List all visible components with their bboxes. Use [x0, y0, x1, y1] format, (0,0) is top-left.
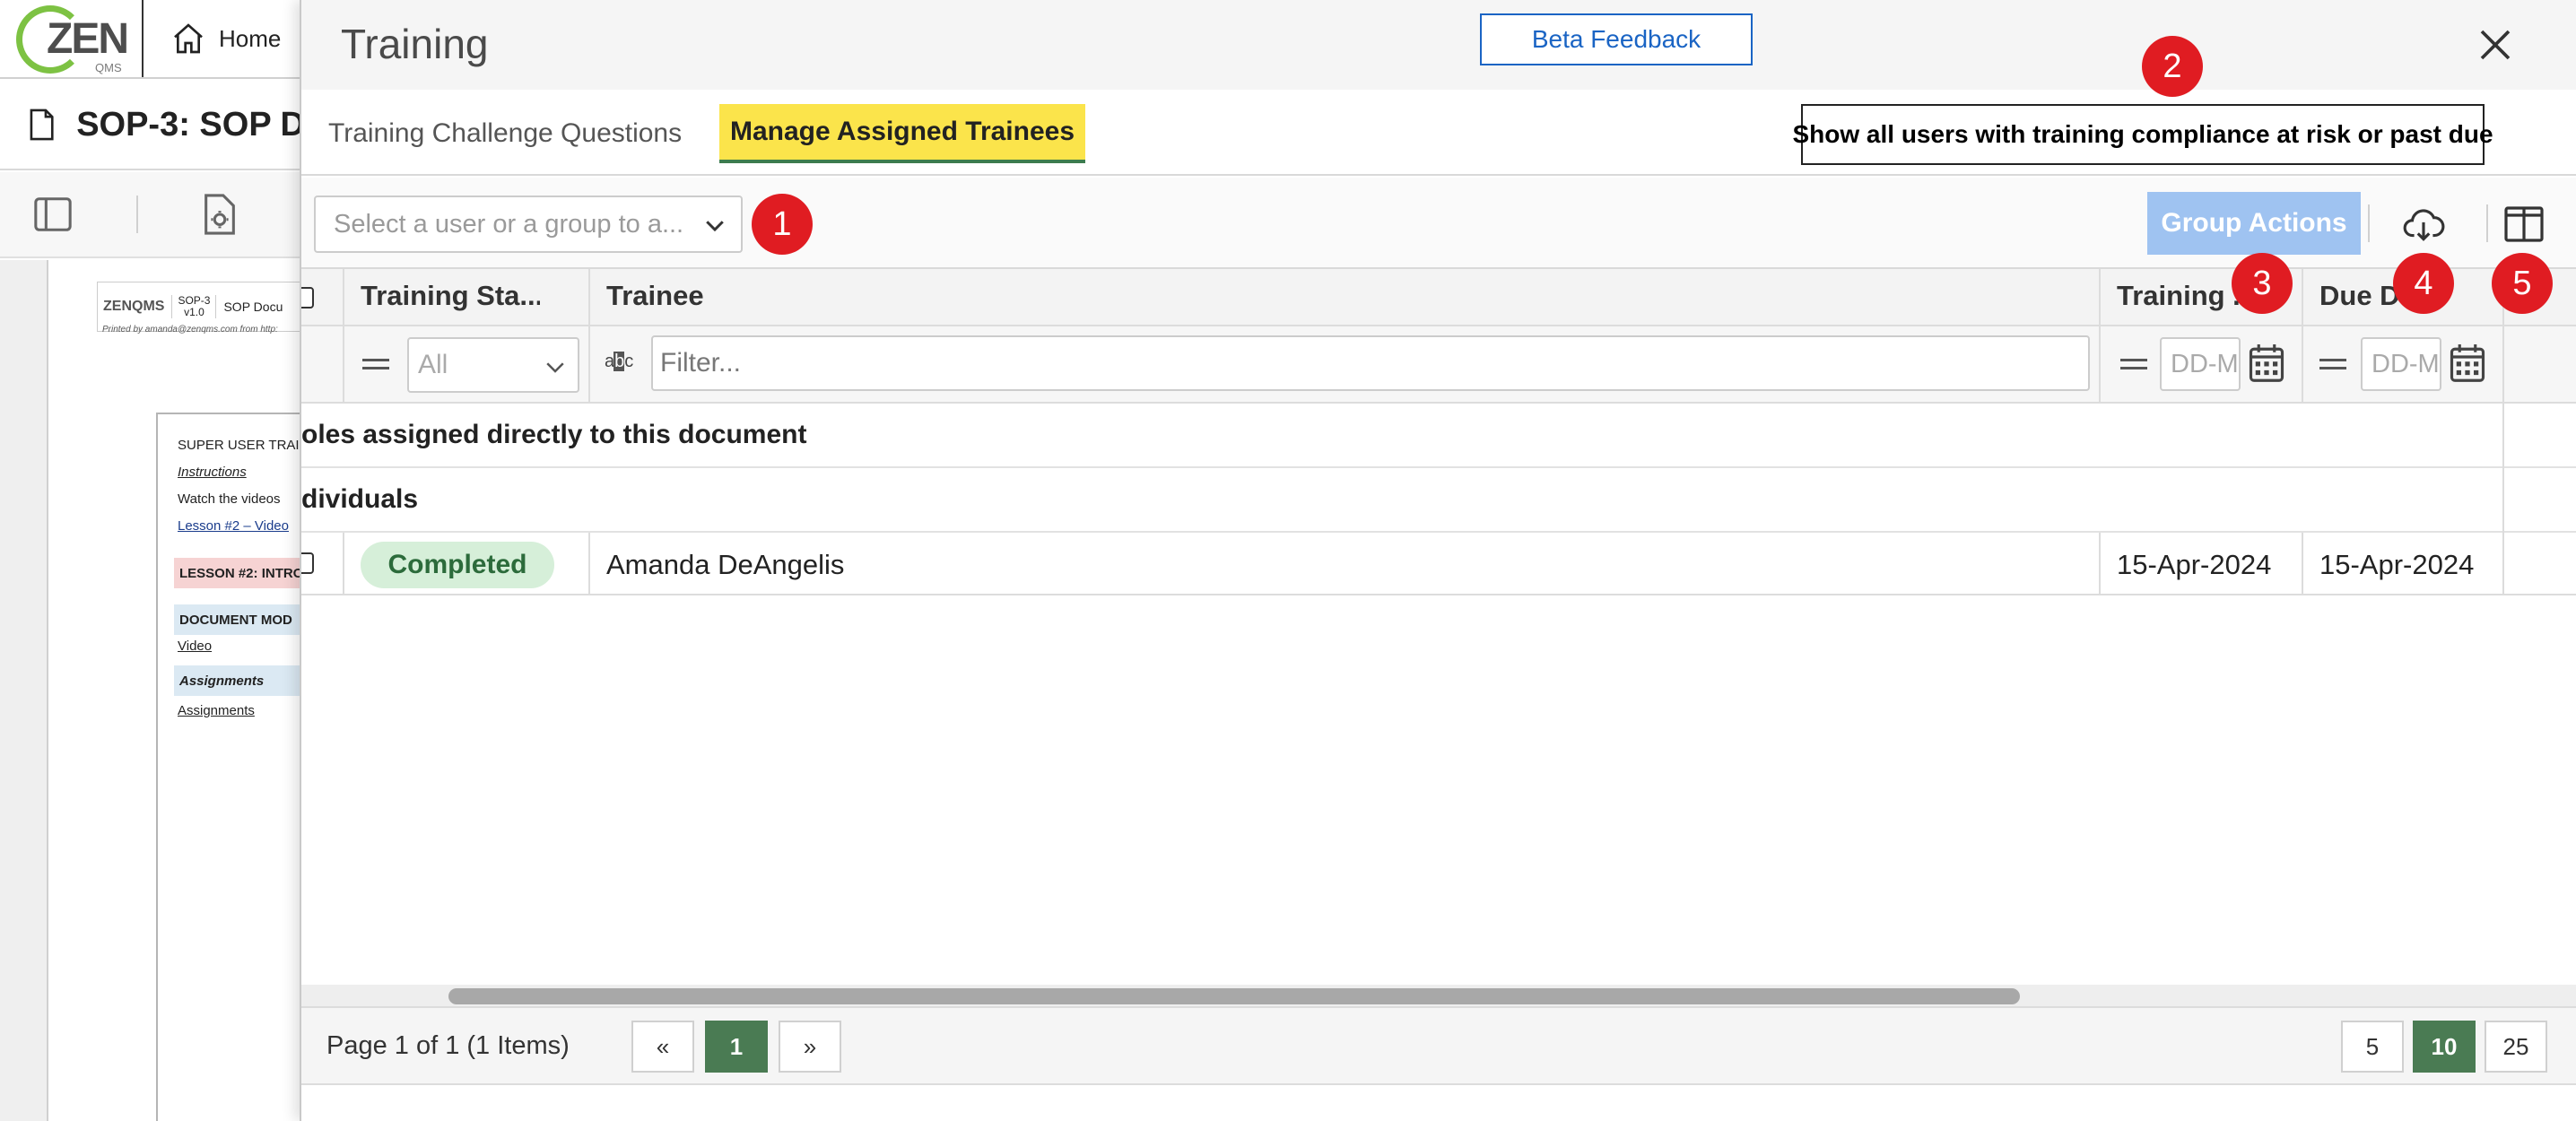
due-date-filter-input[interactable] — [2361, 337, 2441, 391]
toolbar-divider — [2486, 204, 2488, 242]
column-divider — [588, 269, 590, 404]
modal-footer — [301, 1087, 2576, 1121]
preview-doc-version: v1.0 — [184, 306, 205, 318]
page-1-button[interactable]: 1 — [705, 1021, 768, 1073]
page-size-10-button[interactable]: 10 — [2413, 1021, 2476, 1073]
text-filter-type-icon[interactable]: abc — [605, 352, 633, 372]
cloud-download-icon — [2403, 209, 2445, 241]
toolbar-divider — [2368, 204, 2370, 242]
pager-info: Page 1 of 1 (1 Items) — [326, 1031, 570, 1060]
horizontal-scrollbar[interactable] — [301, 985, 2576, 1006]
chevron-down-icon — [706, 221, 724, 232]
column-divider — [343, 269, 344, 404]
trainee-filter-input[interactable] — [651, 335, 2090, 391]
toolbar-divider — [136, 196, 138, 233]
document-toolbar — [0, 172, 305, 258]
preview-assignments-link[interactable]: Assignments — [178, 703, 255, 718]
filter-operator-icon[interactable] — [362, 359, 389, 369]
column-divider — [2302, 269, 2303, 404]
document-title: SOP-3: SOP D — [76, 105, 305, 143]
tab-manage-assigned-trainees[interactable]: Manage Assigned Trainees — [719, 104, 1086, 163]
beta-feedback-button[interactable]: Beta Feedback — [1480, 13, 1753, 65]
zenqms-logo[interactable]: ZEN QMS — [13, 4, 129, 75]
training-modal: Training Beta Feedback Training Challeng… — [300, 0, 2576, 1121]
last-page-button[interactable]: » — [779, 1021, 841, 1073]
column-chooser-button[interactable] — [2499, 199, 2549, 249]
preview-lesson-link[interactable]: Lesson #2 – Video — [178, 518, 289, 534]
annotation-marker-2: 2 — [2142, 36, 2203, 97]
group-row-label: oles assigned directly to this document — [301, 420, 807, 449]
column-divider — [2099, 533, 2101, 595]
table-row[interactable]: Completed Amanda DeAngelis 15-Apr-2024 1… — [301, 533, 2576, 595]
column-divider — [2302, 533, 2303, 595]
close-icon — [2480, 30, 2511, 60]
trainees-grid: Training Sta... Trainee Training ... Due… — [301, 269, 2576, 986]
column-divider — [588, 533, 590, 595]
column-header-training-status[interactable]: Training Sta... — [361, 280, 540, 312]
preview-instructions: Instructions — [178, 465, 247, 480]
preview-doc-name: SOP Docu — [223, 300, 283, 314]
group-row-roles[interactable]: oles assigned directly to this document — [301, 404, 2576, 468]
annotation-marker-3: 3 — [2232, 253, 2293, 314]
export-button[interactable] — [2398, 199, 2449, 249]
column-divider — [2099, 269, 2101, 404]
group-row-label: dividuals — [301, 484, 419, 514]
annotation-marker-5: 5 — [2492, 253, 2553, 314]
preview-video-link[interactable]: Video — [178, 639, 212, 654]
first-page-button[interactable]: « — [631, 1021, 694, 1073]
preview-content-box: SUPER USER TRAI Instructions Watch the v… — [156, 413, 326, 1121]
logo-subtext: QMS — [95, 61, 122, 74]
chevron-down-icon — [546, 362, 564, 373]
preview-logo: ZENQMS — [103, 299, 165, 314]
filter-operator-icon[interactable] — [2120, 359, 2147, 369]
column-divider — [343, 533, 344, 595]
home-icon — [174, 23, 203, 54]
grid-toolbar: Select a user or a group to a... Group A… — [301, 178, 2576, 269]
grid-filter-row: All abc — [301, 326, 2576, 404]
row-checkbox[interactable] — [301, 552, 314, 574]
home-tab[interactable]: Home — [142, 0, 321, 77]
preview-doc-code: SOP-3 — [178, 293, 211, 307]
modal-title: Training — [341, 21, 489, 67]
home-tab-label: Home — [219, 24, 282, 52]
document-icon — [30, 109, 54, 141]
status-badge: Completed — [361, 542, 554, 588]
group-actions-button[interactable]: Group Actions — [2147, 192, 2361, 255]
annotation-marker-1: 1 — [752, 194, 813, 255]
calendar-icon[interactable] — [2248, 343, 2285, 384]
training-date-filter-input[interactable] — [2160, 337, 2241, 391]
preview-version: SOP-3 v1.0 — [171, 293, 217, 319]
scrollbar-thumb[interactable] — [448, 988, 2020, 1004]
calendar-icon[interactable] — [2449, 343, 2486, 384]
trainee-name: Amanda DeAngelis — [606, 549, 845, 580]
group-row-individuals[interactable]: dividuals — [301, 468, 2576, 533]
preview-printed-by: Printed by amanda@zenqms.com from http: — [102, 325, 278, 335]
column-header-trainee[interactable]: Trainee — [606, 280, 704, 312]
filter-operator-icon[interactable] — [2319, 359, 2346, 369]
pager: Page 1 of 1 (1 Items) « 1 » 5 10 25 — [301, 1006, 2576, 1085]
tab-training-challenge-questions[interactable]: Training Challenge Questions — [318, 104, 692, 163]
page-size-25-button[interactable]: 25 — [2485, 1021, 2547, 1073]
preview-heading: SUPER USER TRAI — [178, 438, 300, 453]
annotation-marker-4: 4 — [2393, 253, 2454, 314]
page-size-5-button[interactable]: 5 — [2341, 1021, 2404, 1073]
modal-tabs: Training Challenge Questions Manage Assi… — [301, 90, 2576, 176]
training-date: 15-Apr-2024 — [2117, 549, 2272, 580]
due-date: 15-Apr-2024 — [2319, 549, 2475, 580]
modal-header: Training Beta Feedback — [301, 0, 2576, 90]
close-button[interactable] — [2470, 20, 2520, 70]
status-filter-select[interactable]: All — [407, 337, 579, 393]
document-settings-icon[interactable] — [199, 194, 240, 235]
sidebar-toggle-icon[interactable] — [32, 194, 74, 235]
document-header: SOP-3: SOP D — [0, 81, 305, 170]
column-divider — [2502, 269, 2504, 595]
columns-icon — [2504, 206, 2544, 242]
logo-text: ZEN — [47, 15, 129, 63]
user-group-select-placeholder: Select a user or a group to a... — [334, 209, 684, 239]
select-all-checkbox[interactable] — [301, 287, 314, 308]
status-filter-value: All — [418, 350, 448, 379]
user-group-select[interactable]: Select a user or a group to a... — [314, 196, 743, 253]
preview-watch-text: Watch the videos — [178, 491, 281, 507]
show-at-risk-users-button[interactable]: Show all users with training compliance … — [1792, 104, 2493, 165]
